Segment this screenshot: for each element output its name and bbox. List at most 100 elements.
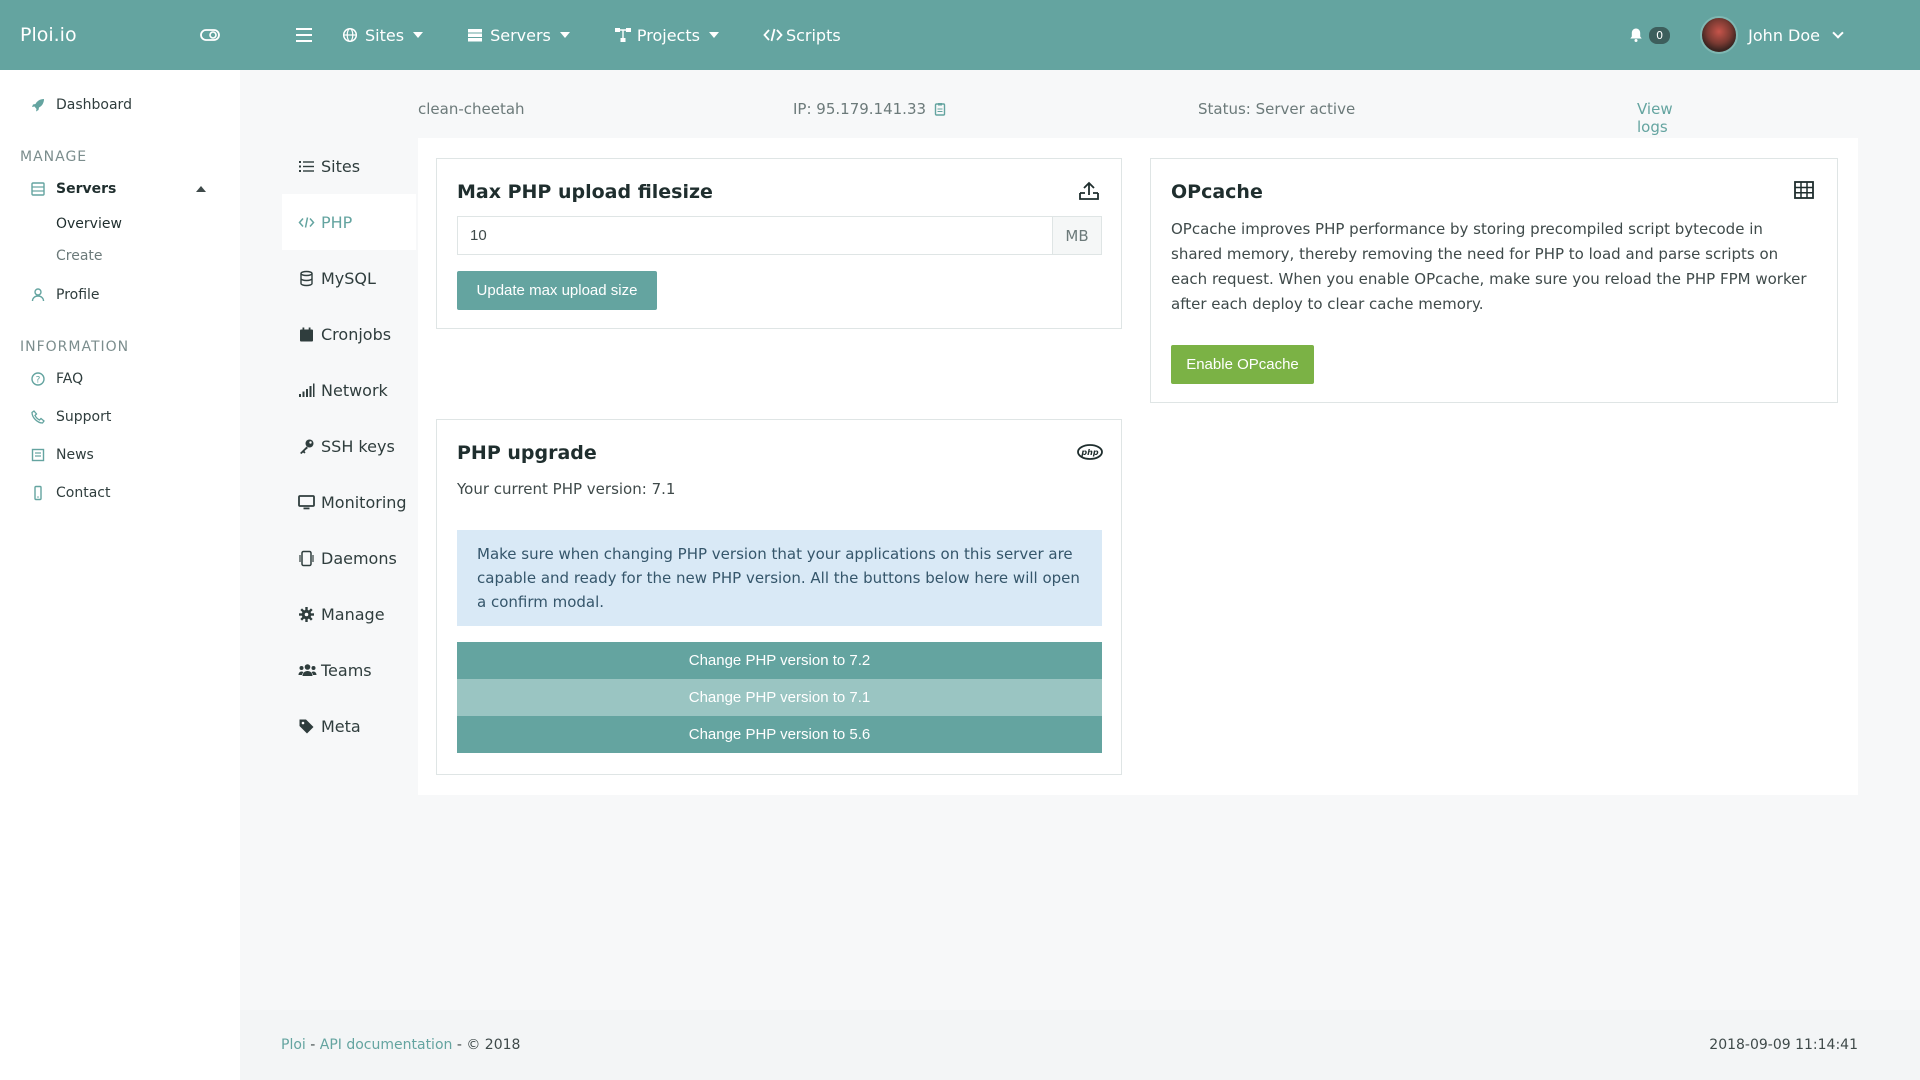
notification-count-badge[interactable]: 0 xyxy=(1649,26,1671,44)
caret-up-icon xyxy=(196,186,206,192)
subnav-item-teams[interactable]: Teams xyxy=(282,642,416,698)
change-php-72-button[interactable]: Change PHP version to 7.2 xyxy=(457,642,1102,679)
brand-logo[interactable]: Ploi.io xyxy=(20,24,77,46)
subnav-item-mysql[interactable]: MySQL xyxy=(282,250,416,306)
php-version-buttons: Change PHP version to 7.2 Change PHP ver… xyxy=(457,642,1102,753)
subnav-label: Daemons xyxy=(321,548,397,568)
subnav-item-monitoring[interactable]: Monitoring xyxy=(282,474,416,530)
topbar: Sites Servers Projects Scripts 0 John Do… xyxy=(240,0,1920,70)
svg-text:?: ? xyxy=(36,376,41,386)
subnav-item-cronjobs[interactable]: Cronjobs xyxy=(282,306,416,362)
upload-size-card: Max PHP upload filesize MB Update max up… xyxy=(436,158,1122,329)
upload-size-input[interactable] xyxy=(457,216,1052,255)
sidebar-item-contact[interactable]: Contact xyxy=(0,474,240,512)
top-menu: Sites Servers Projects Scripts xyxy=(342,26,885,45)
newspaper-icon xyxy=(30,447,46,463)
subnav-label: SSH keys xyxy=(321,436,395,456)
caret-down-icon xyxy=(559,32,570,38)
caret-down-icon xyxy=(708,32,719,38)
chevron-down-icon[interactable] xyxy=(1832,27,1844,39)
top-menu-label: Servers xyxy=(490,25,551,45)
sidebar: Ploi.io Dashboard MANAGE Servers Overvie… xyxy=(0,0,240,1080)
code-icon xyxy=(763,27,783,43)
toggle-icon[interactable] xyxy=(200,28,220,42)
upload-size-input-group: MB xyxy=(457,216,1102,255)
user-name[interactable]: John Doe xyxy=(1748,26,1820,45)
subnav-label: Cronjobs xyxy=(321,324,392,344)
svg-text:php: php xyxy=(1080,448,1098,457)
hamburger-menu-icon[interactable] xyxy=(296,28,312,42)
php-upgrade-alert: Make sure when changing PHP version that… xyxy=(457,530,1102,626)
caret-down-icon xyxy=(413,32,424,38)
clipboard-icon[interactable] xyxy=(933,102,947,116)
desktop-icon xyxy=(298,494,315,511)
sidebar-item-servers[interactable]: Servers xyxy=(0,170,240,208)
change-php-56-button[interactable]: Change PHP version to 5.6 xyxy=(457,716,1102,753)
sidebar-item-label: Support xyxy=(56,409,112,425)
api-documentation-link[interactable]: API documentation xyxy=(320,1037,453,1053)
sidebar-item-support[interactable]: Support xyxy=(0,398,240,436)
sidebar-item-label: Servers xyxy=(56,181,117,197)
sidebar-subitem-overview[interactable]: Overview xyxy=(0,208,240,240)
subnav-item-daemons[interactable]: Daemons xyxy=(282,530,416,586)
topbar-right: 0 John Doe xyxy=(1628,16,1844,54)
top-menu-label: Projects xyxy=(636,25,700,45)
subnav-item-ssh-keys[interactable]: SSH keys xyxy=(282,418,416,474)
subnav-label: PHP xyxy=(321,212,353,232)
gear-icon xyxy=(298,606,315,623)
section-label-manage: MANAGE xyxy=(20,149,88,165)
top-menu-sites[interactable]: Sites xyxy=(342,26,424,45)
signal-icon xyxy=(298,382,315,399)
opcache-description: OPcache improves PHP performance by stor… xyxy=(1171,220,1807,313)
section-label-information: INFORMATION xyxy=(20,339,130,355)
server-subnav: Sites PHP MySQL Cronjobs Network SSH key… xyxy=(282,138,416,754)
top-menu-scripts[interactable]: Scripts xyxy=(763,26,841,45)
bell-icon[interactable] xyxy=(1628,27,1644,43)
sidebar-item-label: News xyxy=(56,447,94,463)
subnav-label: Sites xyxy=(321,156,361,176)
sidebar-item-label: FAQ xyxy=(56,371,84,387)
subnav-label: Teams xyxy=(321,660,372,680)
top-menu-servers[interactable]: Servers xyxy=(467,26,570,45)
users-icon xyxy=(298,662,317,679)
subnav-item-meta[interactable]: Meta xyxy=(282,698,416,754)
subnav-item-network[interactable]: Network xyxy=(282,362,416,418)
update-upload-size-button[interactable]: Update max upload size xyxy=(457,271,657,310)
rocket-icon xyxy=(30,97,46,113)
footer: Ploi - API documentation - © 2018 2018-0… xyxy=(240,1010,1920,1080)
ploi-link[interactable]: Ploi xyxy=(281,1037,306,1053)
card-title: OPcache xyxy=(1171,181,1263,203)
subnav-item-manage[interactable]: Manage xyxy=(282,586,416,642)
sidebar-subitem-create[interactable]: Create xyxy=(0,240,240,272)
server-icon xyxy=(467,27,483,43)
sidebar-item-news[interactable]: News xyxy=(0,436,240,474)
code-icon xyxy=(298,214,315,231)
opcache-card: OPcache OPcache improves PHP performance… xyxy=(1150,158,1838,403)
subnav-item-sites[interactable]: Sites xyxy=(282,138,416,194)
phone-icon xyxy=(30,409,46,425)
view-logs-link[interactable]: View logs xyxy=(1637,100,1708,136)
tag-icon xyxy=(298,718,315,735)
mobile-device-icon xyxy=(298,550,315,567)
subnav-label: Manage xyxy=(321,604,385,624)
server-info-bar: clean-cheetah IP: 95.179.141.33 Status: … xyxy=(418,96,1708,136)
top-menu-projects[interactable]: Projects xyxy=(614,26,719,45)
subnav-label: Monitoring xyxy=(321,492,407,512)
change-php-71-button[interactable]: Change PHP version to 7.1 xyxy=(457,679,1102,716)
avatar[interactable] xyxy=(1700,16,1739,54)
enable-opcache-button[interactable]: Enable OPcache xyxy=(1171,345,1314,384)
sidebar-item-faq[interactable]: ? FAQ xyxy=(0,360,240,398)
main-content: Max PHP upload filesize MB Update max up… xyxy=(418,138,1858,795)
php-logo-icon: php xyxy=(1077,440,1103,464)
globe-icon xyxy=(342,27,358,43)
server-status: Status: Server active xyxy=(1198,100,1356,118)
sidebar-item-dashboard[interactable]: Dashboard xyxy=(0,86,240,124)
server-name: clean-cheetah xyxy=(418,100,525,118)
key-icon xyxy=(298,438,315,455)
subnav-item-php[interactable]: PHP xyxy=(282,194,416,250)
brand-bar: Ploi.io xyxy=(0,0,240,70)
server-ip: IP: 95.179.141.33 xyxy=(793,100,947,118)
sidebar-item-profile[interactable]: Profile xyxy=(0,276,240,314)
server-icon xyxy=(30,181,46,197)
user-icon xyxy=(30,287,46,303)
